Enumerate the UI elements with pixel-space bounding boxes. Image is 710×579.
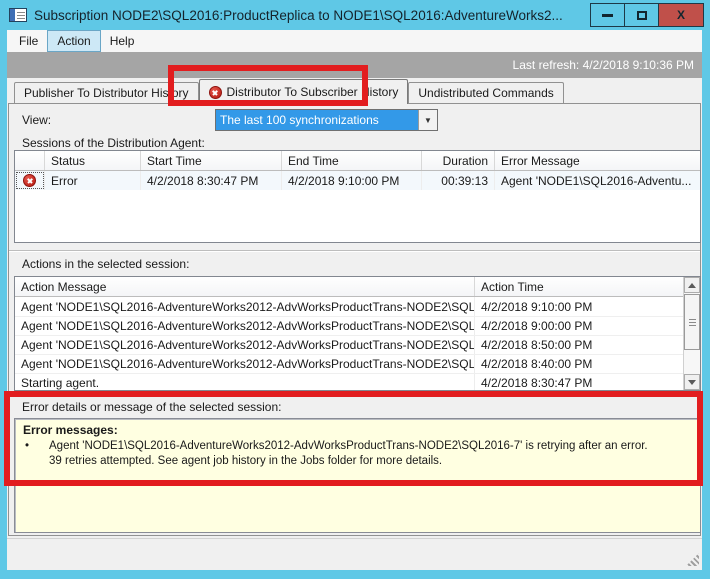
tab-label: Publisher To Distributor History <box>24 86 189 100</box>
tab-publisher-to-distributor[interactable]: Publisher To Distributor History <box>14 82 199 103</box>
maximize-button[interactable] <box>624 3 659 27</box>
sessions-label: Sessions of the Distribution Agent: <box>22 136 205 150</box>
app-window: Subscription NODE2\SQL2016:ProductReplic… <box>0 0 710 579</box>
action-message: Agent 'NODE1\SQL2016-AdventureWorks2012-… <box>15 297 475 316</box>
sessions-table: Status Start Time End Time Duration Erro… <box>14 150 701 243</box>
app-icon <box>9 8 27 22</box>
session-end-time: 4/2/2018 9:10:00 PM <box>282 171 422 190</box>
action-row[interactable]: Starting agent. 4/2/2018 8:30:47 PM <box>15 373 683 391</box>
window-title: Subscription NODE2\SQL2016:ProductReplic… <box>34 8 591 23</box>
session-error-message: Agent 'NODE1\SQL2016-Adventu... <box>495 171 700 190</box>
column-header-status[interactable]: Status <box>45 151 141 170</box>
scroll-down-button[interactable] <box>684 374 700 390</box>
session-duration: 00:39:13 <box>422 171 495 190</box>
action-message: Agent 'NODE1\SQL2016-AdventureWorks2012-… <box>15 336 475 354</box>
actions-table: Action Message Action Time Agent 'NODE1\… <box>14 276 701 391</box>
scrollbar-thumb[interactable] <box>684 294 700 350</box>
error-icon <box>209 86 222 99</box>
bullet-icon: • <box>23 439 49 469</box>
menu-action[interactable]: Action <box>47 30 100 52</box>
action-row[interactable]: Agent 'NODE1\SQL2016-AdventureWorks2012-… <box>15 316 683 335</box>
column-header-start-time[interactable]: Start Time <box>141 151 282 170</box>
sessions-table-header: Status Start Time End Time Duration Erro… <box>15 151 700 171</box>
menu-help[interactable]: Help <box>101 30 144 52</box>
action-row[interactable]: Agent 'NODE1\SQL2016-AdventureWorks2012-… <box>15 354 683 373</box>
resize-grip[interactable] <box>686 553 699 566</box>
last-refresh-text: Last refresh: 4/2/2018 9:10:36 PM <box>513 58 694 72</box>
actions-table-header: Action Message Action Time <box>15 277 683 297</box>
session-row[interactable]: Error 4/2/2018 8:30:47 PM 4/2/2018 9:10:… <box>15 171 700 190</box>
action-time: 4/2/2018 9:00:00 PM <box>475 317 683 335</box>
session-status: Error <box>45 171 141 190</box>
action-message: Agent 'NODE1\SQL2016-AdventureWorks2012-… <box>15 355 475 373</box>
view-dropdown-value[interactable]: The last 100 synchronizations <box>216 110 418 130</box>
status-bar <box>7 538 702 570</box>
actions-label: Actions in the selected session: <box>22 257 189 271</box>
error-messages-box: Error messages: • Agent 'NODE1\SQL2016-A… <box>14 418 701 533</box>
scrollbar-track[interactable] <box>684 350 700 374</box>
column-header-duration[interactable]: Duration <box>422 151 495 170</box>
action-message: Starting agent. <box>15 374 475 391</box>
action-time: 4/2/2018 8:30:47 PM <box>475 374 683 391</box>
error-icon <box>23 174 36 187</box>
tab-label: Undistributed Commands <box>418 86 553 100</box>
view-label: View: <box>22 113 215 127</box>
view-row: View: The last 100 synchronizations ▼ <box>22 109 687 131</box>
column-header-error-message[interactable]: Error Message <box>495 151 700 170</box>
error-messages-heading: Error messages: <box>23 423 692 437</box>
session-start-time: 4/2/2018 8:30:47 PM <box>141 171 282 190</box>
menu-bar: File Action Help <box>7 30 702 52</box>
minimize-button[interactable] <box>590 3 625 27</box>
action-time: 4/2/2018 8:40:00 PM <box>475 355 683 373</box>
chevron-down-icon[interactable]: ▼ <box>418 110 437 130</box>
menu-file[interactable]: File <box>10 30 47 52</box>
titlebar: Subscription NODE2\SQL2016:ProductReplic… <box>0 0 710 30</box>
tab-label: Distributor To Subscriber History <box>227 85 399 99</box>
column-header-action-message[interactable]: Action Message <box>15 277 475 296</box>
action-message: Agent 'NODE1\SQL2016-AdventureWorks2012-… <box>15 317 475 335</box>
view-dropdown[interactable]: The last 100 synchronizations ▼ <box>215 109 438 131</box>
column-header-action-time[interactable]: Action Time <box>475 277 683 296</box>
maximize-icon <box>637 11 647 20</box>
scroll-up-button[interactable] <box>684 277 700 293</box>
action-row[interactable]: Agent 'NODE1\SQL2016-AdventureWorks2012-… <box>15 297 683 316</box>
action-time: 4/2/2018 9:10:00 PM <box>475 297 683 316</box>
tab-distributor-to-subscriber[interactable]: Distributor To Subscriber History <box>199 79 409 104</box>
close-button[interactable]: X <box>658 3 704 27</box>
column-header-end-time[interactable]: End Time <box>282 151 422 170</box>
tab-page: View: The last 100 synchronizations ▼ Se… <box>8 103 701 536</box>
action-row[interactable]: Agent 'NODE1\SQL2016-AdventureWorks2012-… <box>15 335 683 354</box>
arrow-up-icon <box>688 283 696 288</box>
action-time: 4/2/2018 8:50:00 PM <box>475 336 683 354</box>
vertical-scrollbar[interactable] <box>683 277 700 390</box>
client-area: Publisher To Distributor History Distrib… <box>7 78 702 538</box>
error-details-label: Error details or message of the selected… <box>22 400 281 414</box>
tab-undistributed-commands[interactable]: Undistributed Commands <box>408 82 563 103</box>
refresh-strip: Last refresh: 4/2/2018 9:10:36 PM <box>7 52 702 78</box>
error-message-text: Agent 'NODE1\SQL2016-AdventureWorks2012-… <box>49 439 649 469</box>
window-body: File Action Help Last refresh: 4/2/2018 … <box>7 30 702 570</box>
divider <box>9 250 700 252</box>
arrow-down-icon <box>688 380 696 385</box>
tab-strip: Publisher To Distributor History Distrib… <box>7 78 702 103</box>
column-header-status-icon[interactable] <box>15 151 45 170</box>
minimize-icon <box>602 14 613 17</box>
